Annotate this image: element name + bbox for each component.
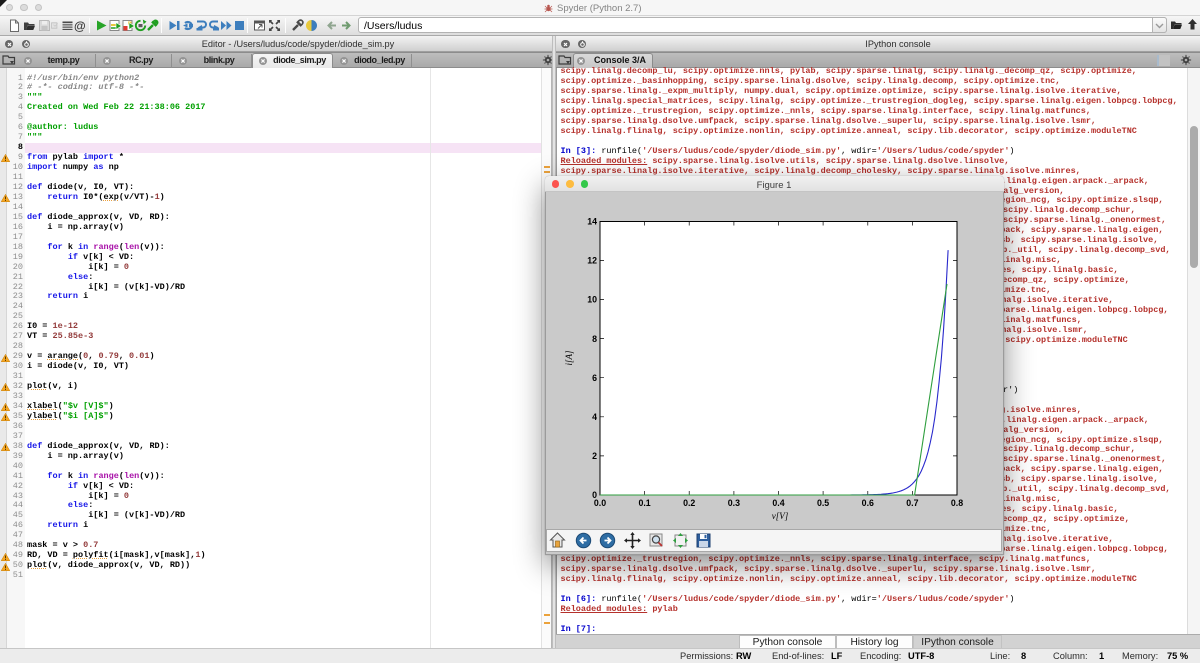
svg-text:6: 6 [592,373,597,383]
svg-text:0: 0 [592,490,597,500]
svg-text:0.3: 0.3 [727,498,739,508]
svg-text:8: 8 [592,334,597,344]
svg-text:0.6: 0.6 [861,498,873,508]
svg-text:12: 12 [587,256,597,266]
svg-text:4: 4 [592,412,597,422]
svg-text:v[V]: v[V] [771,511,788,521]
svg-text:0.4: 0.4 [772,498,784,508]
svg-text:14: 14 [587,217,597,227]
svg-text:0.2: 0.2 [683,498,695,508]
svg-text:@: @ [74,19,86,32]
svg-text:i[A]: i[A] [564,350,574,366]
svg-text:0.1: 0.1 [638,498,650,508]
svg-text:10: 10 [587,295,597,305]
svg-text:0.8: 0.8 [950,498,962,508]
svg-text:0.7: 0.7 [906,498,918,508]
svg-text:0.5: 0.5 [816,498,828,508]
svg-text:2: 2 [592,451,597,461]
